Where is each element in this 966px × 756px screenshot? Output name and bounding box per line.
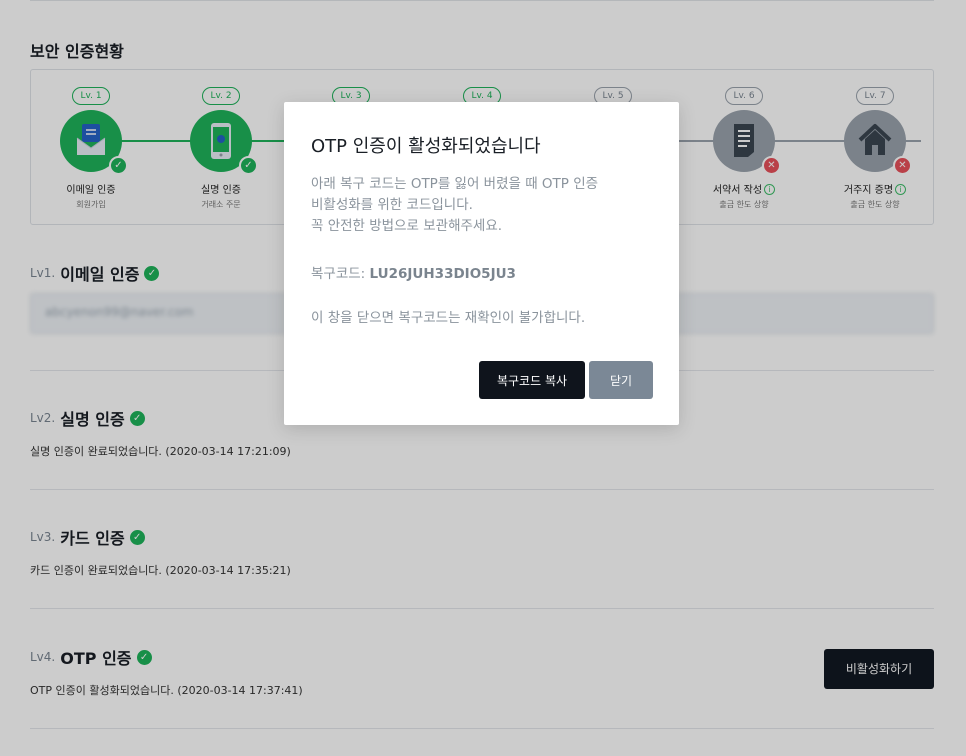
modal-title: OTP 인증이 활성화되었습니다: [311, 136, 541, 157]
close-button[interactable]: 닫기: [589, 361, 653, 399]
modal-body-line: 꼭 안전한 방법으로 보관해주세요.: [311, 218, 503, 234]
copy-recovery-code-button[interactable]: 복구코드 복사: [479, 361, 585, 399]
modal-body: 아래 복구 코드는 OTP를 잃어 버렸을 때 OTP 인증 비활성화를 위한 …: [311, 174, 656, 237]
recovery-code: 복구코드: LU26JUH33DIO5JU3: [311, 262, 516, 282]
modal-body-line: 아래 복구 코드는 OTP를 잃어 버렸을 때 OTP 인증: [311, 176, 599, 192]
modal-body-line: 비활성화를 위한 코드입니다.: [311, 197, 473, 213]
recovery-code-label: 복구코드:: [311, 266, 366, 282]
modal-warning: 이 창을 닫으면 복구코드는 재확인이 불가합니다.: [311, 310, 586, 326]
recovery-code-value: LU26JUH33DIO5JU3: [369, 266, 516, 282]
otp-recovery-modal: OTP 인증이 활성화되었습니다 아래 복구 코드는 OTP를 잃어 버렸을 때…: [284, 102, 679, 425]
